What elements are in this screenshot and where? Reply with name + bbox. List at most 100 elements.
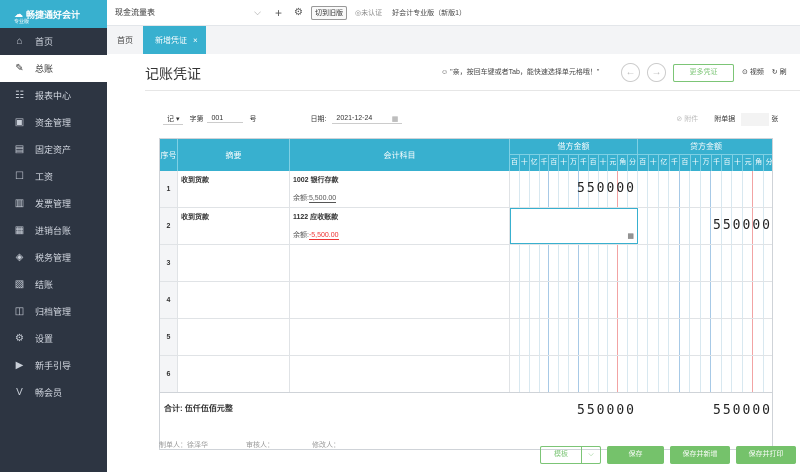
digit-label: 百	[638, 155, 649, 171]
digit-label: 百	[680, 155, 691, 171]
gear-icon[interactable]: ⚙	[294, 7, 303, 18]
sidebar-item[interactable]: ☐ 工资	[0, 163, 107, 190]
sidebar-item-label: 进销台账	[35, 226, 72, 236]
voucher-panel: 记账凭证 ☺ "亲，按回车键或者Tab，能快速选择单元格哦！" ← → 更多凭证…	[107, 54, 800, 472]
tab-bar: 首页 新增凭证 ×	[107, 26, 800, 54]
video-icon: ⊙	[742, 69, 748, 76]
digit-label: 分	[765, 159, 773, 166]
sidebar-item[interactable]: ▥ 发票管理	[0, 190, 107, 217]
sidebar: ☁ 畅捷通好会计 专业版 ⌂ 首页 ✎ 总账 ☷ 报表中心 ▣ 资金管理 ▤ 固定资产 ☐ 工资 ▥ 发票…	[0, 0, 107, 472]
sidebar-item-label: 资金管理	[35, 118, 72, 128]
debit-cell[interactable]	[510, 356, 638, 392]
refresh-icon[interactable]: ↻	[772, 69, 778, 76]
account-cell[interactable]: 1122 应收账款 余额:-5,500.00	[290, 208, 510, 244]
sidebar-item[interactable]: ⚙ 设置	[0, 325, 107, 352]
date-input[interactable]: 2021-12-24 ▦	[332, 115, 403, 124]
attach-docs-input[interactable]	[741, 112, 770, 126]
sidebar-item-label: 固定资产	[35, 145, 72, 155]
account-cell[interactable]	[290, 319, 510, 355]
account-select[interactable]: 现金流量表 ⌵	[113, 4, 263, 22]
arrow-right-icon: →	[651, 67, 662, 78]
debit-cell[interactable]	[510, 245, 638, 281]
debit-cell[interactable]	[510, 282, 638, 318]
signatures: 制单人：徐泽华 审核人： 修改人：	[159, 440, 378, 450]
sidebar-item[interactable]: ✎ 总账	[0, 55, 107, 82]
digit-label: 角	[618, 155, 629, 171]
summary-cell[interactable]	[178, 282, 290, 318]
balance-label: 余额:	[293, 195, 309, 202]
credit-cell[interactable]	[638, 319, 772, 355]
account-cell[interactable]	[290, 282, 510, 318]
summary-cell[interactable]	[178, 245, 290, 281]
switch-old-version-button[interactable]: 切到旧版	[310, 5, 347, 20]
more-vouchers-button[interactable]: 更多凭证	[673, 64, 734, 82]
template-label[interactable]: 模板	[541, 447, 582, 463]
credit-cell[interactable]	[638, 171, 772, 207]
table-row: 1 收到货款 1002 银行存款 余额:5,500.00 550000	[160, 171, 772, 208]
sidebar-item[interactable]: ▣ 资金管理	[0, 109, 107, 136]
save-new-button[interactable]: 保存并新增	[670, 446, 730, 464]
paperclip-icon: ⊘	[676, 116, 683, 123]
video-link[interactable]: ⊙ 视频 ↻ 刷	[742, 67, 787, 77]
credit-cell[interactable]	[638, 245, 772, 281]
digit-label: 角	[754, 155, 765, 171]
asset-icon: ▤	[14, 144, 25, 155]
table-row: 5	[160, 319, 772, 356]
app-logo[interactable]: ☁ 畅捷通好会计 专业版	[0, 0, 107, 28]
balance-value: -5,500.00	[308, 232, 339, 240]
sidebar-item[interactable]: ◈ 税务管理	[0, 244, 107, 271]
guide-icon: ▶	[15, 360, 24, 371]
sidebar-item[interactable]: ◫ 归档管理	[0, 298, 107, 325]
home-icon: ⌂	[16, 36, 23, 47]
summary-cell[interactable]: 收到货款	[178, 208, 290, 244]
template-button[interactable]: 模板 ⌵	[540, 446, 601, 464]
tab-new-voucher[interactable]: 新增凭证 ×	[143, 26, 206, 54]
cert-status[interactable]: ◎未认证	[355, 8, 382, 18]
credit-cell[interactable]: 550000	[638, 208, 772, 244]
account-text: 1002 银行存款	[293, 177, 339, 184]
sidebar-item-label: 首页	[35, 37, 54, 47]
debit-cell[interactable]	[510, 319, 638, 355]
debit-title: 借方金额	[510, 139, 637, 155]
calculator-icon[interactable]: ▦	[627, 232, 634, 240]
tab-home[interactable]: 首页	[107, 26, 143, 54]
sidebar-item[interactable]: ▧ 结账	[0, 271, 107, 298]
save-button[interactable]: 保存	[607, 446, 664, 464]
digit-label: 百	[589, 155, 599, 171]
account-cell[interactable]	[290, 245, 510, 281]
debit-cell[interactable]: 550000	[510, 171, 638, 207]
add-icon[interactable]: +	[275, 6, 282, 20]
sidebar-item[interactable]: ☷ 报表中心	[0, 82, 107, 109]
summary-cell[interactable]	[178, 356, 290, 392]
chart-icon: ☷	[15, 90, 24, 101]
voucher-type-select[interactable]: 记 ▾	[163, 114, 184, 125]
credit-cell[interactable]	[638, 356, 772, 392]
attachment-button[interactable]: ⊘ 附件	[676, 114, 698, 124]
save-print-button[interactable]: 保存并打印	[736, 446, 796, 464]
next-voucher-button[interactable]: →	[647, 63, 666, 82]
debit-input-active[interactable]: ▦	[510, 208, 638, 244]
sidebar-item[interactable]: ▤ 固定资产	[0, 136, 107, 163]
balance: 余额:5,500.00	[293, 193, 337, 203]
sidebar-item[interactable]: ▶ 新手引导	[0, 352, 107, 379]
voucher-number-input[interactable]: 001	[207, 115, 244, 123]
digit-label: 百	[510, 155, 520, 171]
summary-cell[interactable]: 收到货款	[178, 171, 290, 207]
account-cell[interactable]: 1002 银行存款 余额:5,500.00	[290, 171, 510, 207]
account-cell[interactable]	[290, 356, 510, 392]
settings-icon: ⚙	[15, 333, 24, 344]
prev-voucher-button[interactable]: ←	[621, 63, 640, 82]
chevron-down-icon[interactable]: ⌵	[582, 447, 600, 463]
sidebar-item[interactable]: V 畅会员	[0, 379, 107, 406]
sidebar-item-label: 税务管理	[35, 253, 72, 263]
close-icon[interactable]: ×	[193, 36, 198, 45]
debit-amount: 550000	[577, 181, 636, 196]
sidebar-menu: ⌂ 首页 ✎ 总账 ☷ 报表中心 ▣ 资金管理 ▤ 固定资产 ☐ 工资 ▥ 发票管理 ▦ 进销台账 ◈ 税务管理 ▧…	[0, 28, 107, 406]
info-icon: ☺	[441, 69, 449, 76]
digit-label: 元	[608, 155, 619, 171]
header-summary: 摘要	[178, 139, 290, 171]
sidebar-item[interactable]: ▦ 进销台账	[0, 217, 107, 244]
summary-cell[interactable]	[178, 319, 290, 355]
credit-cell[interactable]	[638, 282, 772, 318]
sidebar-item[interactable]: ⌂ 首页	[0, 28, 107, 55]
